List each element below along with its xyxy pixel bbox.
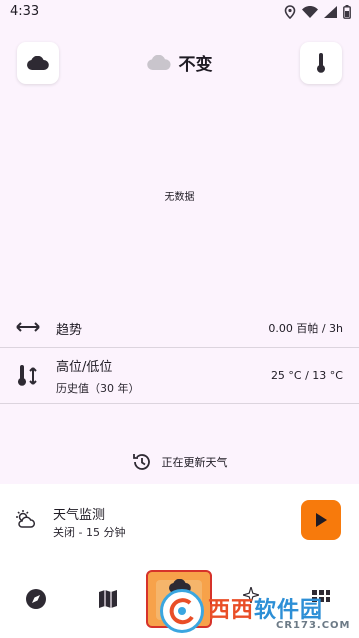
divider	[0, 347, 359, 348]
high-low-row: 高位/低位 历史值（30 年） 25 °C / 13 °C	[0, 350, 359, 402]
page-title: 不变	[178, 54, 213, 75]
status-time: 4:33	[10, 4, 40, 19]
battery-icon	[343, 5, 351, 19]
high-low-label: 高位/低位	[56, 360, 113, 375]
no-data-label: 无数据	[164, 192, 195, 203]
nav-item-map[interactable]	[93, 584, 123, 614]
divider	[0, 403, 359, 404]
updating-text: 正在更新天气	[161, 456, 228, 469]
wifi-icon	[302, 6, 318, 18]
status-icons	[284, 5, 351, 19]
watermark-brand-a: 西西	[208, 598, 255, 623]
map-icon	[99, 590, 117, 608]
sensor-button[interactable]	[300, 42, 342, 84]
status-bar: 4:33	[0, 0, 359, 24]
partly-cloudy-icon	[16, 510, 36, 532]
location-icon	[284, 5, 296, 19]
trend-value: 0.00 百帕 / 3h	[268, 322, 343, 335]
trend-label: 趋势	[56, 323, 83, 338]
thermometer-updown-icon	[16, 364, 40, 388]
nav-item-explore[interactable]	[21, 584, 51, 614]
start-monitor-button[interactable]	[301, 500, 341, 540]
play-icon	[316, 513, 327, 527]
horizontal-arrows-icon	[16, 320, 40, 334]
compass-icon	[26, 589, 46, 609]
monitor-title: 天气监测	[53, 508, 106, 523]
watermark-logo-icon	[160, 589, 204, 633]
thermometer-icon	[317, 53, 325, 73]
monitor-subtitle: 关闭 - 15 分钟	[53, 526, 126, 539]
high-low-sub: 历史值（30 年）	[56, 382, 140, 395]
signal-icon	[324, 6, 337, 18]
cloud-icon	[146, 54, 171, 70]
high-low-value: 25 °C / 13 °C	[270, 369, 343, 382]
watermark-url: CR173.COM	[276, 620, 351, 631]
update-status: 正在更新天气	[0, 451, 359, 473]
history-icon	[132, 454, 150, 470]
trend-row: 趋势 0.00 百帕 / 3h	[0, 312, 359, 344]
